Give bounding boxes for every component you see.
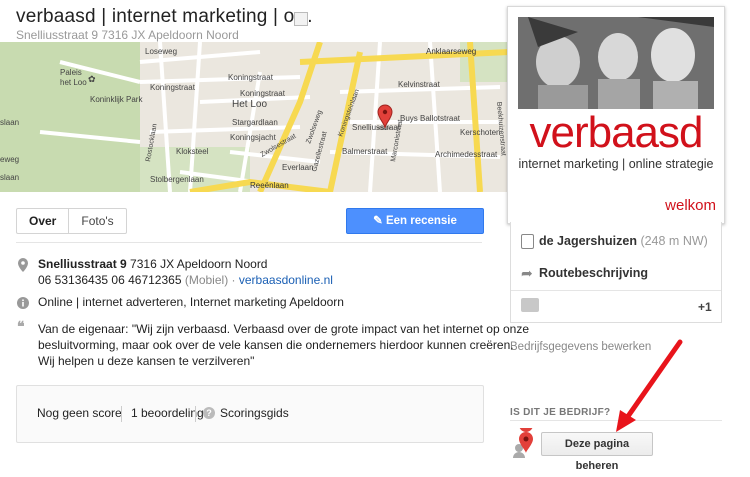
divider [511, 290, 721, 291]
dot-separator: · [231, 273, 236, 287]
page-title: verbaasd | internet marketing | o… [16, 6, 314, 27]
address-line: Snelliusstraat 9 7316 JX Apeldoorn Noord [38, 256, 267, 272]
brand-tagline: internet marketing | online strategie [518, 157, 714, 171]
help-icon: ? [203, 407, 215, 419]
business-photo-card[interactable]: verbaasd internet marketing | online str… [507, 6, 725, 224]
map-label: Koninklijk Park [90, 95, 143, 104]
map-label: Koningstraat [240, 89, 286, 98]
camera-icon[interactable] [521, 298, 539, 312]
share-icon[interactable] [294, 12, 308, 26]
quote-icon: ❝ [17, 318, 25, 334]
welcome-text: welkom [665, 197, 716, 214]
arrow-annotation-icon [616, 339, 683, 432]
owner-description-line: Van de eigenaar: "Wij zijn verbaasd. Ver… [38, 322, 529, 336]
audience-photo [518, 17, 714, 109]
no-score-text: Nog geen score [37, 406, 122, 420]
transit-icon [521, 234, 534, 249]
map-label: Koningstraat [228, 73, 274, 82]
map-label: Archimedesstraat [435, 150, 498, 159]
phone-1[interactable]: 06 53136435 [38, 273, 108, 287]
street: Snelliusstraat 9 [38, 257, 127, 271]
map-label: Kerschoten [460, 128, 500, 137]
phone-2[interactable]: 06 46712365 [111, 273, 181, 287]
map-label: Anklaarseweg [426, 47, 476, 56]
map-label: Buys Ballotstraat [400, 114, 461, 123]
location-icon [17, 258, 29, 272]
write-review-label: Een recensie schrijven [385, 215, 457, 251]
map-label: Kloksteel [176, 147, 209, 156]
side-panel: de Jagershuizen (248 m NW) ➦ Routebeschr… [510, 222, 722, 323]
park-icon: ✿ [88, 74, 96, 84]
website-link[interactable]: verbaasdonline.nl [239, 273, 333, 287]
divider [121, 406, 122, 422]
map-label: Paleis [60, 68, 82, 77]
photo-count[interactable]: +1 [698, 300, 712, 314]
mobile-label: (Mobiel) [184, 273, 229, 287]
phone-line: 06 53136435 06 46712365 (Mobiel) · verba… [38, 272, 333, 288]
transit-stop-name: de Jagershuizen [539, 234, 637, 248]
divider [16, 242, 482, 243]
map-label: slaan [0, 173, 19, 182]
owner-description-line: Wij helpen u deze kansen te verzilveren" [38, 354, 255, 368]
write-review-button[interactable]: ✎ Een recensie schrijven [346, 208, 484, 251]
map-label: Koningstraat [150, 83, 196, 92]
map-label: Loseweg [145, 47, 177, 56]
map-label: Koningsjacht [230, 133, 277, 142]
map[interactable]: ✿ Paleis het Loo Loseweg Koningstraat Ko… [0, 42, 510, 192]
directions-link[interactable]: Routebeschrijving [539, 266, 648, 280]
map-label: het Loo [60, 78, 87, 87]
is-business-heading: IS DIT JE BEDRIJF? [510, 407, 611, 418]
transit-stop[interactable]: de Jagershuizen (248 m NW) [539, 234, 708, 248]
map-label: Balmerstraat [342, 147, 388, 156]
map-label: Kelvinstraat [398, 80, 441, 89]
pencil-icon: ✎ [373, 215, 383, 227]
city: 7316 JX Apeldoorn Noord [126, 257, 268, 271]
map-label: Reeënlaan [250, 181, 289, 190]
tab-photos[interactable]: Foto's [69, 209, 125, 233]
divider [195, 406, 196, 422]
directions-icon: ➦ [521, 265, 533, 281]
scoring-guide-link[interactable]: Scoringsgids [220, 406, 289, 420]
brand-logo-text: verbaasd [529, 108, 703, 157]
owner-pin-icon [512, 418, 538, 458]
map-label: Het Loo [232, 99, 267, 110]
map-label: slaan [0, 118, 19, 127]
address-subtitle: Snelliusstraat 9 7316 JX Apeldoorn Noord [16, 28, 239, 42]
info-icon [17, 296, 29, 309]
map-label: Stargardlaan [232, 118, 278, 127]
owner-description-line: besluitvorming, maar ook over de vele ka… [38, 338, 514, 352]
map-label: Everlaan [282, 163, 314, 172]
transit-distance: (248 m NW) [640, 234, 708, 248]
category-text: Online | internet adverteren, Internet m… [38, 295, 344, 309]
score-box: Nog geen score 1 beoordeling ? Scoringsg… [16, 385, 484, 443]
review-count-link[interactable]: 1 beoordeling [131, 406, 204, 420]
tab-bar: Over Foto's [16, 208, 127, 234]
map-label: Snelliusstraat [352, 123, 401, 132]
tab-about[interactable]: Over [17, 209, 70, 233]
map-label: eweg [0, 155, 19, 164]
map-label: Stolbergenlaan [150, 175, 204, 184]
